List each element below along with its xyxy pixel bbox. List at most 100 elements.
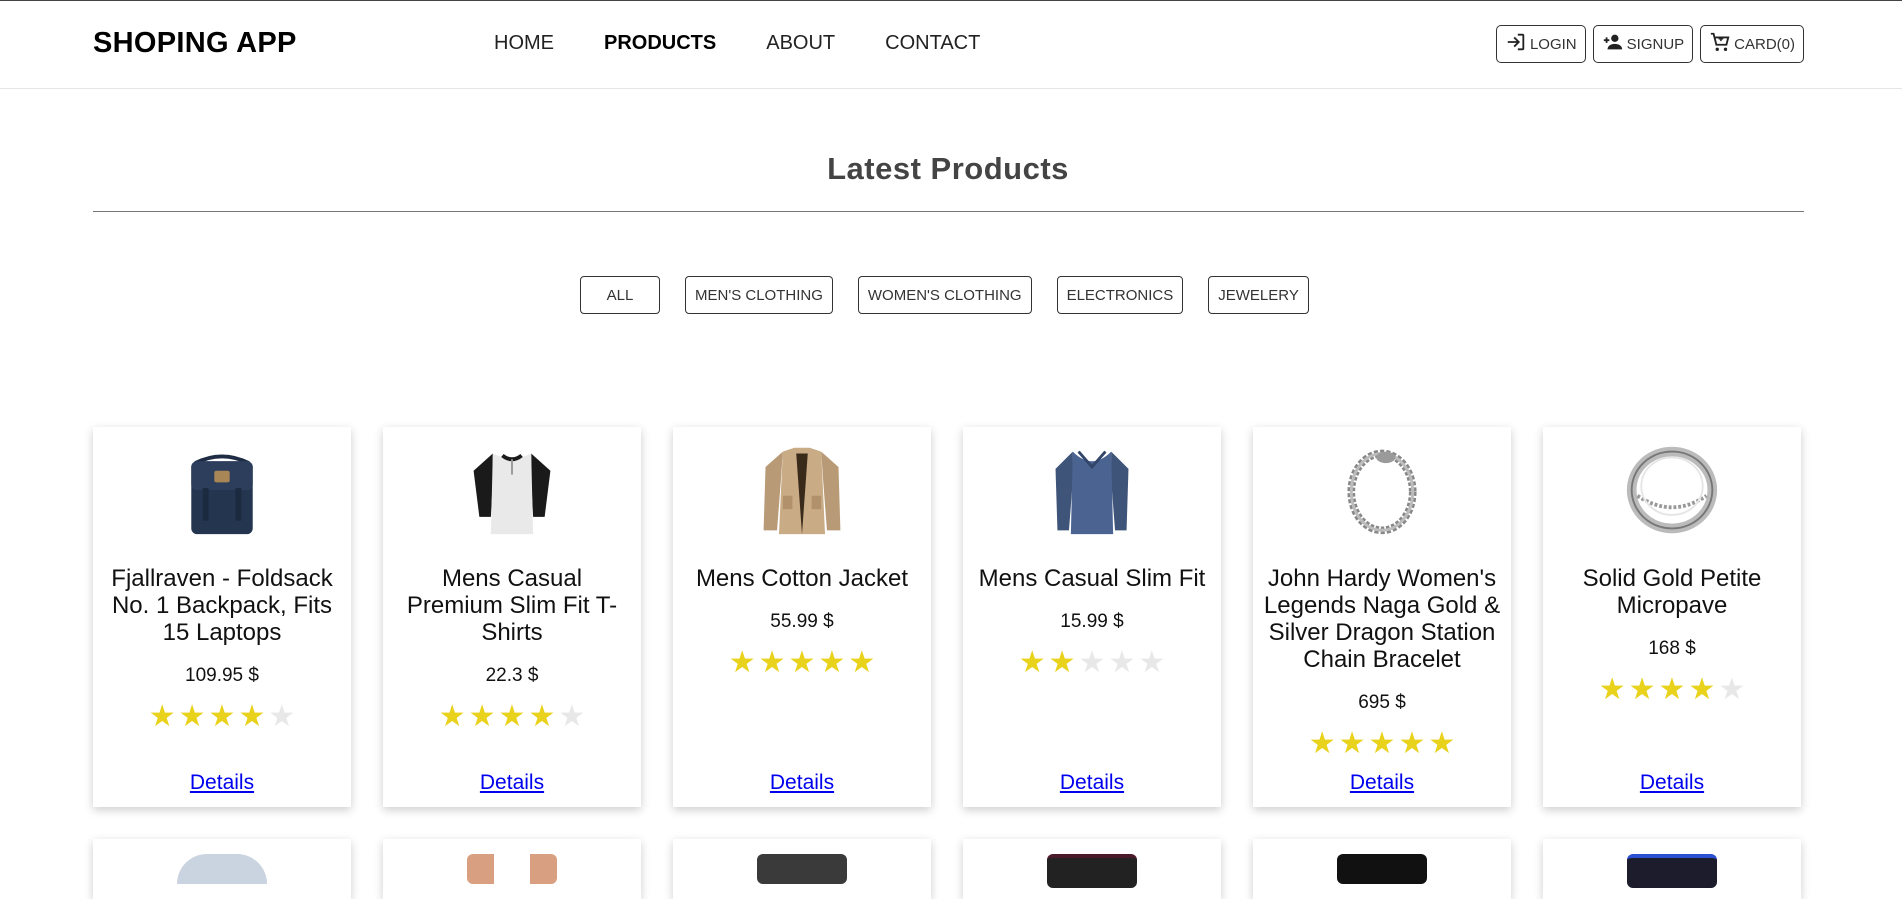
nav-link-contact[interactable]: CONTACT <box>885 32 980 55</box>
star-icon: ★ <box>1308 727 1336 760</box>
cotton-jacket-icon <box>763 447 841 535</box>
star-icon: ★ <box>1018 646 1046 679</box>
product-price: 109.95 $ <box>185 665 259 686</box>
cart-icon <box>1709 31 1731 57</box>
product-card: Solid Gold Petite Micropave 168 $ ★ ★ ★ ★ ★ … <box>1543 427 1801 807</box>
user-plus-icon <box>1602 31 1624 57</box>
details-link[interactable]: Details <box>383 771 641 795</box>
star-icon: ★ <box>1368 727 1396 760</box>
brand-logo[interactable]: SHOPING APP <box>93 27 297 60</box>
details-link[interactable]: Details <box>93 771 351 795</box>
product-card: Fjallraven - Foldsack No. 1 Backpack, Fi… <box>93 427 351 807</box>
cart-label: CARD(0) <box>1734 35 1795 53</box>
product-price: 22.3 $ <box>485 665 539 686</box>
product-card: John Hardy Women's Legends Naga Gold & S… <box>1253 427 1511 807</box>
product-title: Fjallraven - Foldsack No. 1 Backpack, Fi… <box>111 565 333 646</box>
product-card-partial <box>383 839 641 899</box>
star-icon: ★ <box>1658 673 1686 706</box>
product-image <box>93 441 351 539</box>
backpack-icon <box>191 454 253 535</box>
title-divider <box>93 211 1804 212</box>
signup-button[interactable]: SIGNUP <box>1592 25 1694 63</box>
star-icon: ★ <box>848 646 876 679</box>
star-icon: ★ <box>1078 646 1106 679</box>
product-title: Mens Casual Premium Slim Fit T-Shirts <box>406 565 618 646</box>
product-card-partial <box>963 839 1221 899</box>
product-image <box>177 854 267 884</box>
product-image <box>673 441 931 539</box>
details-link[interactable]: Details <box>1253 771 1511 795</box>
nav-link-products[interactable]: PRODUCTS <box>604 32 716 55</box>
product-card: Mens Cotton Jacket 55.99 $ ★ ★ ★ ★ ★ Details <box>673 427 931 807</box>
product-image <box>1627 854 1717 888</box>
product-rating: ★ ★ ★ ★ ★ <box>673 648 931 678</box>
star-icon: ★ <box>148 700 176 733</box>
nav-link-about[interactable]: ABOUT <box>766 32 835 55</box>
star-icon: ★ <box>1428 727 1456 760</box>
product-title: John Hardy Women's Legends Naga Gold & S… <box>1263 565 1501 673</box>
star-icon: ★ <box>528 700 556 733</box>
product-image <box>757 854 847 884</box>
product-image <box>1253 441 1511 539</box>
star-icon: ★ <box>1688 673 1716 706</box>
nav-link-home[interactable]: HOME <box>494 32 554 55</box>
login-button[interactable]: LOGIN <box>1495 25 1586 63</box>
page-title: Latest Products <box>827 151 1069 186</box>
filter-electronics-button[interactable]: ELECTRONICS <box>1056 276 1184 314</box>
product-image <box>383 441 641 539</box>
star-icon: ★ <box>728 646 756 679</box>
product-image <box>1543 441 1801 539</box>
category-filters: ALL MEN'S CLOTHING WOMEN'S CLOTHING ELEC… <box>580 276 1309 314</box>
ring-icon <box>1626 446 1718 534</box>
raglan-tshirt-icon <box>473 453 551 535</box>
product-rating: ★ ★ ★ ★ ★ <box>383 702 641 732</box>
details-link[interactable]: Details <box>963 771 1221 795</box>
product-rating: ★ ★ ★ ★ ★ <box>1253 729 1511 759</box>
star-icon: ★ <box>1628 673 1656 706</box>
cart-button[interactable]: CARD(0) <box>1700 25 1804 63</box>
product-card-partial <box>673 839 931 899</box>
product-image <box>1047 854 1137 888</box>
star-icon: ★ <box>788 646 816 679</box>
star-icon: ★ <box>558 700 586 733</box>
star-icon: ★ <box>818 646 846 679</box>
star-icon: ★ <box>1138 646 1166 679</box>
star-icon: ★ <box>498 700 526 733</box>
star-icon: ★ <box>1338 727 1366 760</box>
product-price: 695 $ <box>1358 692 1406 713</box>
nav-links: HOME PRODUCTS ABOUT CONTACT <box>494 32 980 55</box>
filter-all-button[interactable]: ALL <box>580 276 660 314</box>
navbar: SHOPING APP HOME PRODUCTS ABOUT CONTACT … <box>0 1 1902 89</box>
slim-fit-shirt-icon <box>1055 450 1129 535</box>
login-icon <box>1505 31 1527 57</box>
filter-womens-clothing-button[interactable]: WOMEN'S CLOTHING <box>857 276 1032 314</box>
star-icon: ★ <box>238 700 266 733</box>
product-image <box>963 441 1221 539</box>
chain-bracelet-icon <box>1347 449 1417 535</box>
star-icon: ★ <box>1718 673 1746 706</box>
star-icon: ★ <box>178 700 206 733</box>
details-link[interactable]: Details <box>1543 771 1801 795</box>
nav-buttons: LOGIN SIGNUP CARD(0) <box>1495 25 1804 63</box>
product-rating: ★ ★ ★ ★ ★ <box>1543 675 1801 705</box>
product-card: Mens Casual Premium Slim Fit T-Shirts 22… <box>383 427 641 807</box>
product-price: 55.99 $ <box>770 611 834 632</box>
filter-jewelery-button[interactable]: JEWELERY <box>1208 276 1309 314</box>
product-grid-next-row <box>93 839 1801 899</box>
product-rating: ★ ★ ★ ★ ★ <box>93 702 351 732</box>
star-icon: ★ <box>468 700 496 733</box>
product-title: Solid Gold Petite Micropave <box>1582 565 1762 619</box>
signup-label: SIGNUP <box>1626 35 1685 53</box>
product-image <box>467 854 557 884</box>
login-label: LOGIN <box>1529 35 1577 53</box>
product-price: 168 $ <box>1648 638 1696 659</box>
product-rating: ★ ★ ★ ★ ★ <box>963 648 1221 678</box>
star-icon: ★ <box>1598 673 1626 706</box>
product-card: Mens Casual Slim Fit 15.99 $ ★ ★ ★ ★ ★ Detai… <box>963 427 1221 807</box>
product-image <box>1337 854 1427 884</box>
star-icon: ★ <box>1398 727 1426 760</box>
details-link[interactable]: Details <box>673 771 931 795</box>
filter-mens-clothing-button[interactable]: MEN'S CLOTHING <box>685 276 833 314</box>
product-card-partial <box>1543 839 1801 899</box>
star-icon: ★ <box>1108 646 1136 679</box>
